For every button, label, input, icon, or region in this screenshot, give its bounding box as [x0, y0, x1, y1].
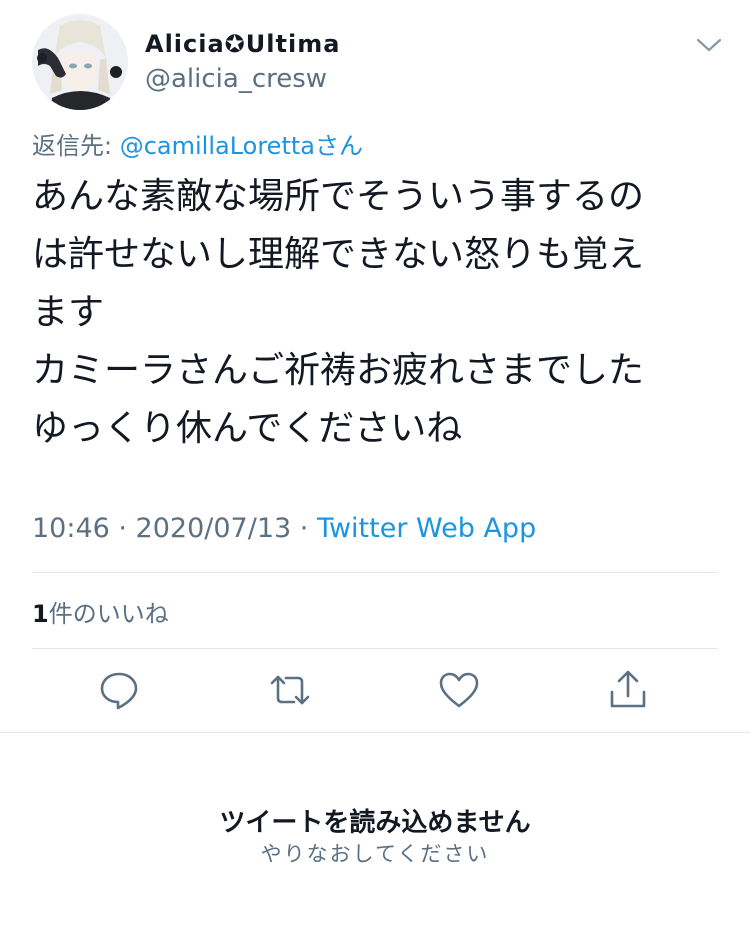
divider: [0, 732, 750, 733]
tweet-text: あんな素敵な場所でそういう事するの は許せないし理解できない怒りも覚え ます カ…: [32, 168, 722, 458]
chevron-down-icon[interactable]: [694, 30, 724, 60]
tweet-text-line: ゆっくり休んでくださいね: [32, 408, 463, 449]
time-date: 10:46 · 2020/07/13 ·: [32, 513, 317, 544]
retweet-button[interactable]: [268, 668, 312, 712]
like-button[interactable]: [437, 668, 481, 712]
avatar[interactable]: [32, 14, 128, 110]
reply-context: 返信先: @camillaLorettaさん: [32, 126, 363, 161]
error-title: ツイートを読み込めません: [219, 808, 531, 838]
likes-count-link[interactable]: 1件のいいね: [32, 594, 169, 629]
likes-label: 件のいいね: [48, 600, 169, 628]
divider: [32, 648, 718, 649]
tweet-text-line: あんな素敵な場所でそういう事するの: [32, 176, 645, 217]
share-button[interactable]: [606, 668, 650, 712]
heart-icon: [439, 672, 479, 708]
tweet-text-line: カミーラさんご祈祷お疲れさまでした: [32, 350, 645, 391]
likes-count: 1: [32, 600, 49, 628]
retry-link[interactable]: やりなおしてください: [0, 838, 750, 868]
share-icon: [610, 670, 646, 708]
reply-mention-link[interactable]: @camillaLorettaさん: [120, 132, 363, 160]
tweet-text-line: は許せないし理解できない怒りも覚え: [32, 234, 645, 275]
tweet-text-line: ます: [32, 292, 105, 333]
action-bar: [0, 668, 750, 716]
speech-bubble-icon: [100, 672, 138, 710]
avatar-image: [32, 14, 128, 110]
user-handle[interactable]: @alicia_cresw: [145, 64, 327, 94]
reply-prefix: 返信先:: [32, 132, 120, 160]
source-link[interactable]: Twitter Web App: [317, 513, 536, 544]
reply-button[interactable]: [97, 668, 141, 712]
display-name[interactable]: Alicia✪Ultima: [145, 30, 340, 58]
divider: [32, 572, 718, 573]
tweet-timestamp: 10:46 · 2020/07/13 · Twitter Web App: [32, 513, 536, 544]
retweet-icon: [270, 675, 310, 705]
